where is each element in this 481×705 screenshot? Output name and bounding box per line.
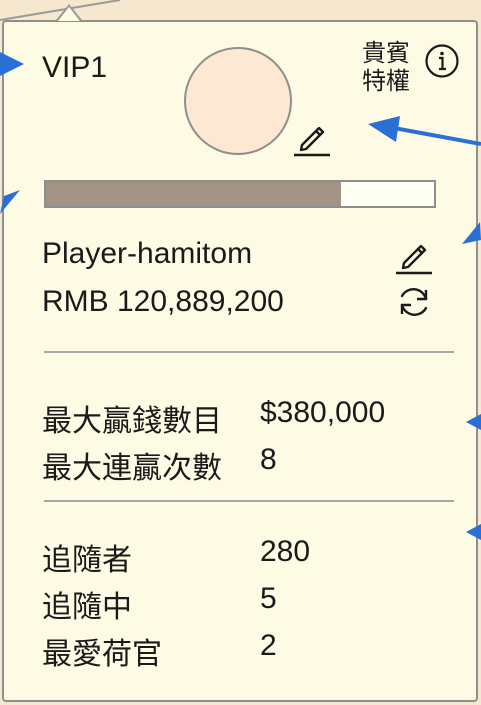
edit-name-pencil-icon[interactable] — [394, 236, 434, 276]
refresh-icon[interactable] — [394, 282, 434, 322]
stat-label-favorite-dealers: 最愛荷官 — [42, 638, 162, 671]
vip-privilege-link[interactable]: 貴賓特權 — [362, 40, 426, 96]
avatar[interactable] — [184, 47, 292, 155]
stat-value-max-streak: 8 — [260, 443, 277, 476]
popover-notch-inner — [58, 7, 80, 21]
info-icon[interactable] — [424, 43, 460, 79]
player-name: Player-hamitom — [42, 237, 253, 270]
vip-level-label: VIP1 — [42, 51, 108, 84]
stat-label-followers: 追隨者 — [42, 544, 132, 577]
stat-label-max-win: 最大贏錢數目 — [42, 405, 222, 438]
stat-value-followers[interactable]: 280 — [260, 535, 310, 569]
vip-progress-bar — [44, 180, 436, 208]
stat-label-following: 追隨中 — [42, 591, 132, 624]
stat-label-max-streak: 最大連贏次數 — [42, 452, 222, 485]
stat-value-following[interactable]: 5 — [260, 582, 277, 616]
stat-value-favorite-dealers[interactable]: 2 — [260, 629, 277, 663]
player-balance: RMB 120,889,200 — [42, 285, 284, 318]
vip-progress-fill — [46, 182, 341, 206]
stat-value-max-win: $380,000 — [260, 396, 386, 429]
divider — [44, 500, 454, 502]
divider — [44, 351, 454, 353]
edit-avatar-pencil-icon[interactable] — [292, 118, 332, 158]
